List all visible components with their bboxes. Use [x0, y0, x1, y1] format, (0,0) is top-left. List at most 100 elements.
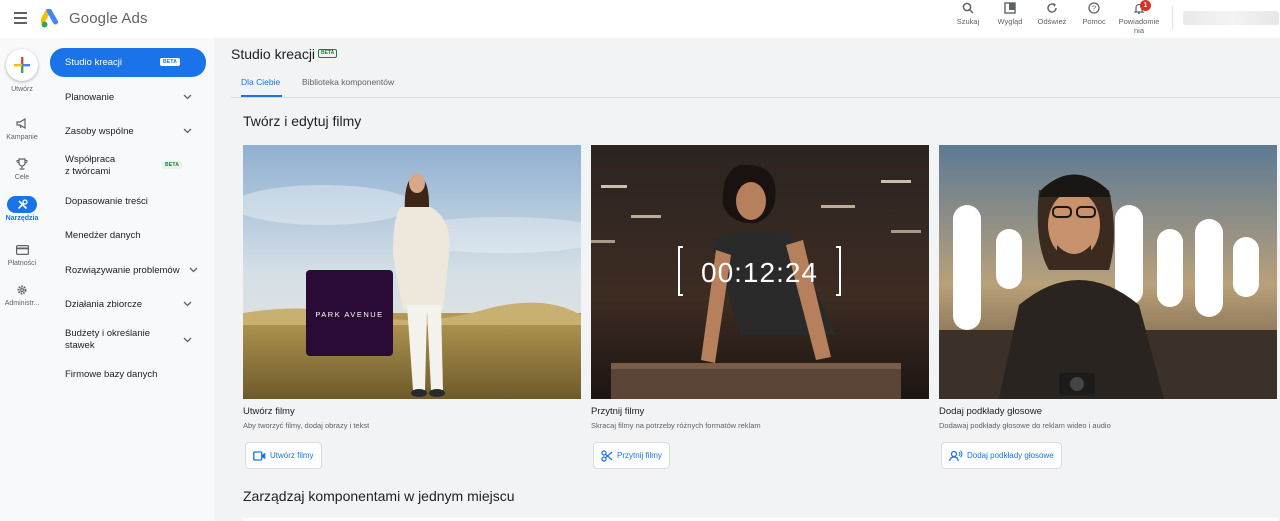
card-image-create-videos[interactable]: PARK AVENUE: [243, 145, 581, 399]
sidebar-item-content-suitability[interactable]: Dopasowanie treści: [50, 195, 206, 209]
sidebar-item-label: Zasoby wspólne: [65, 126, 134, 137]
trophy-icon: [16, 157, 28, 170]
refresh-icon: [1047, 3, 1057, 13]
google-ads-logo[interactable]: [41, 9, 63, 29]
brand-name: Google Ads: [69, 10, 148, 27]
account-selector[interactable]: [1172, 6, 1279, 30]
help-label: Pomoc: [1082, 17, 1106, 26]
sidebar-item-budgets-bidding[interactable]: Budżety i określanie stawek: [50, 327, 206, 353]
credit-card-icon: [15, 244, 29, 255]
chevron-down-icon: [189, 267, 198, 273]
sidebar-item-creator-partnerships[interactable]: Współpraca z twórcami BETA: [50, 153, 206, 179]
park-avenue-overlay: PARK AVENUE: [315, 310, 383, 319]
sidebar-item-label: Firmowe bazy danych: [65, 369, 158, 380]
menu-icon[interactable]: [14, 12, 27, 24]
card-image-trim-videos[interactable]: 00:12:24: [591, 145, 929, 399]
card-title-create-videos: Utwórz filmy: [243, 406, 295, 417]
notification-badge: 1: [1140, 0, 1151, 11]
svg-text:?: ?: [1092, 4, 1096, 13]
trim-videos-button[interactable]: Przytnij filmy: [593, 442, 670, 469]
chevron-down-icon: [183, 337, 192, 343]
active-tab-indicator: [241, 95, 282, 97]
rail-item-campaigns[interactable]: Kampanie: [0, 115, 44, 141]
rail-item-billing[interactable]: Płatności: [0, 241, 44, 267]
rail-item-admin[interactable]: Administr...: [0, 281, 44, 307]
notifications-button[interactable]: 1 Powiadomie nia: [1113, 0, 1165, 35]
sidebar-item-label: Menedżer danych: [65, 230, 141, 241]
gym-workout-image: 00:12:24: [591, 145, 929, 399]
refresh-button[interactable]: Odśwież: [1029, 2, 1075, 26]
sidebar-item-label-line2: stawek: [65, 340, 95, 351]
megaphone-icon: [16, 118, 26, 129]
gear-icon: [17, 285, 27, 294]
sidebar-item-label-line1: Współpraca: [65, 154, 116, 165]
sidebar-item-label: Działania zbiorcze: [65, 299, 143, 310]
sidebar-item-label: Studio kreacji: [65, 57, 123, 68]
add-voiceovers-button-label: Dodaj podkłady głosowe: [967, 451, 1054, 460]
sidebar-item-bulk-actions[interactable]: Działania zbiorcze: [50, 298, 206, 312]
refresh-label: Odśwież: [1037, 17, 1067, 26]
sidebar-item-creative-studio[interactable]: Studio kreacji BETA: [50, 48, 206, 77]
voice-icon: [949, 449, 963, 461]
beta-badge: BETA: [162, 161, 183, 169]
rail-item-tools[interactable]: Narzędzia: [0, 196, 44, 222]
main-content: Studio kreacji BETA Dla Ciebie Bibliotek…: [214, 38, 1280, 521]
help-button[interactable]: ? Pomoc: [1071, 2, 1117, 26]
chevron-down-icon: [183, 128, 192, 134]
chevron-down-icon: [183, 301, 192, 307]
rail-item-create[interactable]: Utwórz: [0, 84, 44, 93]
svg-text:00:12:24: 00:12:24: [701, 257, 818, 288]
appearance-button[interactable]: Wygląd: [987, 2, 1033, 26]
create-button[interactable]: [6, 49, 38, 81]
rail-label: Narzędzia: [5, 215, 39, 222]
card-desc-create-videos: Aby tworzyć filmy, dodaj obrazy i tekst: [243, 421, 370, 430]
rail-label: Utwórz: [11, 86, 33, 93]
sidebar-item-shared-library[interactable]: Zasoby wspólne: [50, 125, 206, 139]
rail-label: Płatności: [7, 260, 37, 267]
card-desc-trim-videos: Skracaj filmy na potrzeby różnych format…: [591, 421, 761, 430]
page-title: Studio kreacji: [231, 46, 316, 62]
sidebar-item-label: Dopasowanie treści: [65, 196, 148, 207]
man-with-camera-image: [939, 145, 1277, 399]
create-videos-button[interactable]: Utwórz filmy: [245, 442, 322, 469]
rail-item-goals[interactable]: Cele: [0, 155, 44, 181]
woman-in-field-image: PARK AVENUE: [243, 145, 581, 399]
card-title-voiceovers: Dodaj podkłady głosowe: [939, 406, 1042, 417]
sidebar-item-label: Planowanie: [65, 92, 115, 103]
sidebar-item-business-data[interactable]: Firmowe bazy danych: [50, 368, 206, 382]
icon-rail: Utwórz Kampanie Cele Narzędzia Płatności…: [0, 38, 44, 521]
side-nav: Studio kreacji BETA Planowanie Zasoby ws…: [44, 38, 214, 521]
card-title-trim-videos: Przytnij filmy: [591, 406, 645, 417]
sidebar-item-planning[interactable]: Planowanie: [50, 91, 206, 105]
notifications-label: Powiadomie nia: [1118, 17, 1160, 35]
rail-label: Cele: [14, 174, 30, 181]
card-desc-voiceovers: Dodawaj podkłady głosowe do reklam wideo…: [939, 421, 1111, 430]
add-voiceovers-button[interactable]: Dodaj podkłady głosowe: [941, 442, 1062, 469]
top-bar: Google Ads Szukaj Wygląd Odśwież ? Pomoc…: [0, 0, 1280, 38]
sidebar-item-label-line1: Budżety i określanie: [65, 328, 151, 339]
help-icon: ?: [1088, 2, 1100, 14]
search-icon: [962, 2, 974, 14]
tab-asset-library[interactable]: Biblioteka komponentów: [302, 77, 394, 87]
video-camera-icon: [253, 450, 266, 461]
beta-badge: BETA: [160, 58, 181, 66]
tools-icon: [17, 199, 28, 210]
sidebar-item-label-line2: z twórcami: [65, 166, 111, 177]
trim-videos-button-label: Przytnij filmy: [617, 451, 662, 460]
search-label: Szukaj: [956, 17, 980, 26]
sidebar-item-data-manager[interactable]: Menedżer danych: [50, 229, 206, 243]
create-videos-button-label: Utwórz filmy: [270, 451, 314, 460]
search-button[interactable]: Szukaj: [945, 2, 991, 26]
account-name-blurred: [1183, 11, 1279, 25]
plus-icon: [14, 57, 30, 73]
title-beta-badge: BETA: [318, 49, 338, 58]
scissors-icon: [601, 449, 613, 462]
sidebar-item-label: Rozwiązywanie problemów: [65, 265, 180, 276]
sidebar-item-troubleshooting[interactable]: Rozwiązywanie problemów: [50, 264, 206, 278]
appearance-label: Wygląd: [997, 17, 1023, 26]
appearance-icon: [1004, 2, 1016, 14]
card-image-voiceovers[interactable]: [939, 145, 1277, 399]
tab-bar: Dla Ciebie Biblioteka komponentów: [231, 74, 1280, 98]
tab-for-you[interactable]: Dla Ciebie: [241, 77, 280, 87]
rail-label: Kampanie: [6, 134, 38, 141]
